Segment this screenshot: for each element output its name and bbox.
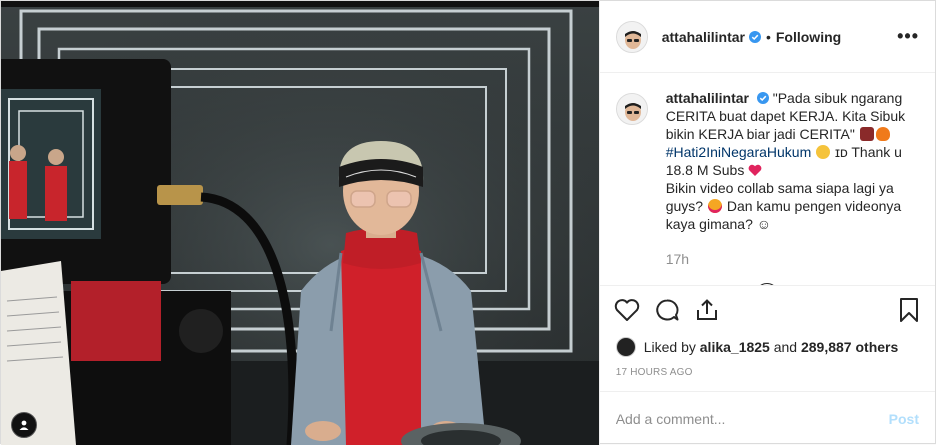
fire-emoji-icon	[875, 127, 890, 141]
comment-form: Post	[599, 391, 935, 445]
likes-count[interactable]: 289,887 others	[801, 339, 898, 355]
heart-eyes-emoji-icon	[707, 199, 722, 213]
comment-icon[interactable]	[654, 298, 680, 322]
avatar-image	[616, 94, 647, 124]
load-more-comments-icon[interactable]	[754, 283, 779, 285]
muscle-emoji-icon	[859, 127, 874, 141]
more-options-icon[interactable]: •••	[897, 26, 919, 47]
verified-icon	[748, 30, 761, 43]
bookmark-icon[interactable]	[897, 297, 921, 323]
instagram-post: attahalilintar • Following ••• attahalil…	[0, 0, 936, 445]
hug-emoji-icon	[816, 145, 831, 159]
heart-icon[interactable]	[614, 298, 640, 322]
hashtag-link[interactable]: #Hati2IniNegaraHukum	[666, 144, 812, 160]
liker-username[interactable]: alika_1825	[700, 339, 770, 355]
post-header: attahalilintar • Following •••	[599, 1, 935, 73]
person-glyph	[19, 420, 29, 430]
post-timestamp[interactable]: 17 HOURS AGO	[600, 361, 935, 391]
post-details-panel: attahalilintar • Following ••• attahalil…	[598, 1, 935, 445]
caption-row: attahalilintar "Pada sibuk ngarang CERIT…	[615, 89, 919, 233]
comment-input[interactable]	[615, 410, 889, 427]
user-tag-icon[interactable]	[11, 412, 37, 438]
likes-prefix: Liked by	[643, 339, 696, 355]
header-username[interactable]: attahalilintar	[662, 29, 745, 45]
likes-middle: and	[773, 339, 798, 355]
heart-emoji-icon	[748, 164, 762, 176]
avatar[interactable]	[615, 20, 648, 53]
avatar[interactable]	[615, 93, 648, 125]
action-bar	[599, 285, 935, 333]
avatar-image	[616, 21, 647, 52]
caption-username[interactable]: attahalilintar	[666, 90, 749, 106]
share-icon[interactable]	[694, 298, 720, 322]
caption-time[interactable]: 17h	[666, 251, 919, 267]
post-photo[interactable]	[1, 1, 599, 445]
separator-dot: •	[765, 28, 771, 45]
likes-summary: Liked by alika_1825 and 289,887 others	[600, 333, 935, 361]
following-button[interactable]: Following	[776, 29, 841, 45]
avatar[interactable]	[615, 337, 636, 357]
post-button[interactable]: Post	[889, 411, 919, 427]
caption-text: attahalilintar "Pada sibuk ngarang CERIT…	[666, 89, 916, 233]
photo-scene	[1, 1, 599, 445]
verified-icon	[756, 92, 769, 104]
comments-section: attahalilintar "Pada sibuk ngarang CERIT…	[600, 73, 935, 285]
